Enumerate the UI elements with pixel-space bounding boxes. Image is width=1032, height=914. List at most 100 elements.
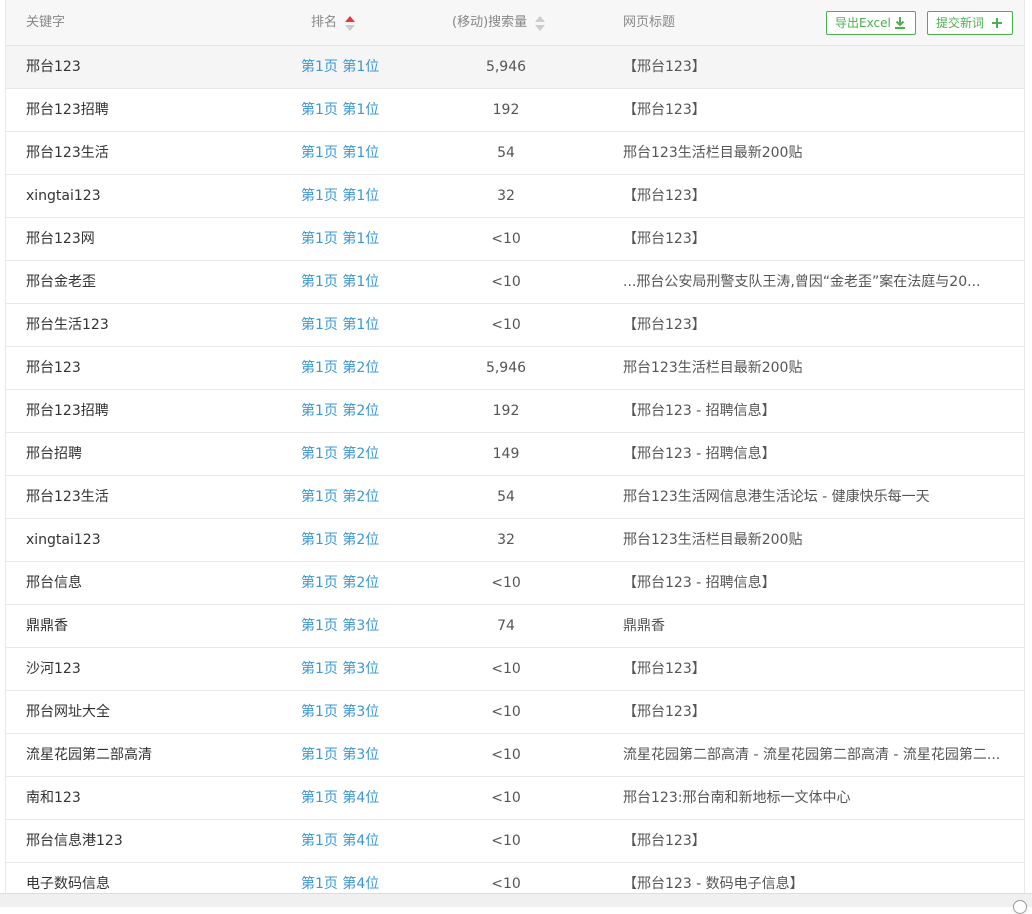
rank-link[interactable]: 第1页 第3位 bbox=[301, 617, 379, 635]
keyword-cell: 邢台金老歪 bbox=[26, 274, 96, 290]
table-row[interactable]: 邢台金老歪 第1页 第1位 <10 ...邢台公安局刑警支队王涛,曾因“金老歪”案在法… bbox=[6, 261, 1024, 304]
table-row[interactable]: 邢台信息 第1页 第2位 <10 【邢台123 - 招聘信息】 bbox=[6, 562, 1024, 605]
search-volume-cell: 32 bbox=[497, 188, 515, 204]
keyword-cell: 鼎鼎香 bbox=[26, 618, 68, 634]
rank-link[interactable]: 第1页 第1位 bbox=[301, 101, 379, 119]
table-row[interactable]: 邢台信息港123 第1页 第4位 <10 【邢台123】 bbox=[6, 820, 1024, 863]
search-volume-cell: <10 bbox=[491, 317, 521, 333]
keyword-cell: 邢台123生活 bbox=[26, 489, 109, 505]
header-volume[interactable]: (移动)搜索量 bbox=[452, 14, 546, 32]
page-title-cell: 邢台123生活栏目最新200贴 bbox=[623, 145, 803, 161]
table-row[interactable]: 邢台生活123 第1页 第1位 <10 【邢台123】 bbox=[6, 304, 1024, 347]
rank-link[interactable]: 第1页 第2位 bbox=[301, 531, 379, 549]
page-title-cell: 【邢台123】 bbox=[623, 317, 706, 333]
search-volume-cell: <10 bbox=[491, 790, 521, 806]
page-title-cell: 【邢台123】 bbox=[623, 661, 706, 677]
rank-link[interactable]: 第1页 第1位 bbox=[301, 316, 379, 334]
header-rank-label: 排名 bbox=[311, 15, 338, 30]
rank-link[interactable]: 第1页 第3位 bbox=[301, 660, 379, 678]
page-title-cell: 鼎鼎香 bbox=[623, 618, 665, 634]
rank-link[interactable]: 第1页 第2位 bbox=[301, 574, 379, 592]
rank-link[interactable]: 第1页 第1位 bbox=[301, 187, 379, 205]
rank-link[interactable]: 第1页 第2位 bbox=[301, 488, 379, 506]
table-row[interactable]: 邢台网址大全 第1页 第3位 <10 【邢台123】 bbox=[6, 691, 1024, 734]
search-volume-cell: <10 bbox=[491, 704, 521, 720]
table-row[interactable]: xingtai123 第1页 第2位 32 邢台123生活栏目最新200贴 bbox=[6, 519, 1024, 562]
volume-sort-icon[interactable] bbox=[535, 14, 546, 32]
submit-new-word-label: 提交新词 bbox=[936, 16, 985, 30]
table-row[interactable]: 邢台招聘 第1页 第2位 149 【邢台123 - 招聘信息】 bbox=[6, 433, 1024, 476]
page-title-cell: 【邢台123 - 招聘信息】 bbox=[623, 446, 776, 462]
search-volume-cell: 74 bbox=[497, 618, 515, 634]
table-row[interactable]: 邢台123 第1页 第1位 5,946 【邢台123】 bbox=[6, 46, 1024, 89]
keyword-cell: 邢台123生活 bbox=[26, 145, 109, 161]
table-row[interactable]: 邢台123网 第1页 第1位 <10 【邢台123】 bbox=[6, 218, 1024, 261]
page-title-cell: 邢台123生活栏目最新200贴 bbox=[623, 532, 803, 548]
table-row[interactable]: 邢台123 第1页 第2位 5,946 邢台123生活栏目最新200贴 bbox=[6, 347, 1024, 390]
keyword-cell: 邢台123招聘 bbox=[26, 102, 109, 118]
search-volume-cell: <10 bbox=[491, 876, 521, 892]
search-volume-cell: <10 bbox=[491, 231, 521, 247]
page-title-cell: ...邢台公安局刑警支队王涛,曾因“金老歪”案在法庭与20... bbox=[623, 274, 981, 290]
rank-link[interactable]: 第1页 第2位 bbox=[301, 402, 379, 420]
search-volume-cell: 5,946 bbox=[485, 360, 527, 376]
table-row[interactable]: 邢台123生活 第1页 第2位 54 邢台123生活网信息港生活论坛 - 健康快乐每一… bbox=[6, 476, 1024, 519]
keyword-cell: 邢台123招聘 bbox=[26, 403, 109, 419]
search-volume-cell: 54 bbox=[497, 489, 515, 505]
keyword-cell: 邢台招聘 bbox=[26, 446, 82, 462]
keyword-cell: 南和123 bbox=[26, 790, 81, 806]
rank-link[interactable]: 第1页 第3位 bbox=[301, 746, 379, 764]
table-row[interactable]: xingtai123 第1页 第1位 32 【邢台123】 bbox=[6, 175, 1024, 218]
page-title-cell: 流星花园第二部高清 - 流星花园第二部高清 - 流星花园第二... bbox=[623, 747, 1001, 763]
table-row[interactable]: 南和123 第1页 第4位 <10 邢台123:邢台南和新地标一文体中心 bbox=[6, 777, 1024, 820]
search-volume-cell: <10 bbox=[491, 575, 521, 591]
search-volume-cell: 149 bbox=[492, 446, 520, 462]
search-volume-cell: <10 bbox=[491, 274, 521, 290]
search-volume-cell: 5,946 bbox=[485, 59, 527, 75]
page-title-cell: 【邢台123】 bbox=[623, 833, 706, 849]
rank-sort-icon[interactable] bbox=[345, 14, 356, 32]
table-row[interactable]: 邢台123招聘 第1页 第2位 192 【邢台123 - 招聘信息】 bbox=[6, 390, 1024, 433]
page-title-cell: 邢台123:邢台南和新地标一文体中心 bbox=[623, 790, 851, 806]
horizontal-scrollbar[interactable] bbox=[0, 893, 1032, 907]
feedback-circle-icon[interactable] bbox=[1013, 900, 1027, 914]
keyword-cell: xingtai123 bbox=[26, 532, 101, 548]
rank-link[interactable]: 第1页 第1位 bbox=[301, 230, 379, 248]
keyword-cell: 邢台信息港123 bbox=[26, 833, 123, 849]
search-volume-cell: <10 bbox=[491, 661, 521, 677]
export-excel-label: 导出Excel bbox=[835, 16, 891, 30]
keyword-cell: 电子数码信息 bbox=[26, 876, 110, 892]
rank-link[interactable]: 第1页 第2位 bbox=[301, 359, 379, 377]
keyword-cell: 邢台123网 bbox=[26, 231, 95, 247]
rank-link[interactable]: 第1页 第4位 bbox=[301, 875, 379, 893]
keyword-cell: 邢台123 bbox=[26, 59, 81, 75]
page-title-cell: 邢台123生活网信息港生活论坛 - 健康快乐每一天 bbox=[623, 489, 930, 505]
rank-link[interactable]: 第1页 第2位 bbox=[301, 445, 379, 463]
rank-link[interactable]: 第1页 第1位 bbox=[301, 144, 379, 162]
table-row[interactable]: 流星花园第二部高清 第1页 第3位 <10 流星花园第二部高清 - 流星花园第二部高清… bbox=[6, 734, 1024, 777]
export-excel-button[interactable]: 导出Excel bbox=[826, 11, 916, 35]
search-volume-cell: 192 bbox=[492, 403, 520, 419]
keyword-cell: 邢台123 bbox=[26, 360, 81, 376]
table-row[interactable]: 沙河123 第1页 第3位 <10 【邢台123】 bbox=[6, 648, 1024, 691]
header-rank[interactable]: 排名 bbox=[311, 14, 356, 32]
rank-link[interactable]: 第1页 第1位 bbox=[301, 273, 379, 291]
page-title-cell: 【邢台123 - 数码电子信息】 bbox=[623, 876, 804, 892]
page-title-cell: 【邢台123 - 招聘信息】 bbox=[623, 575, 776, 591]
keyword-cell: xingtai123 bbox=[26, 188, 101, 204]
rank-link[interactable]: 第1页 第1位 bbox=[301, 58, 379, 76]
rank-link[interactable]: 第1页 第4位 bbox=[301, 789, 379, 807]
rank-link[interactable]: 第1页 第3位 bbox=[301, 703, 379, 721]
submit-new-word-button[interactable]: 提交新词 bbox=[927, 11, 1013, 35]
rank-link[interactable]: 第1页 第4位 bbox=[301, 832, 379, 850]
page-title-cell: 【邢台123】 bbox=[623, 102, 706, 118]
table-row[interactable]: 邢台123招聘 第1页 第1位 192 【邢台123】 bbox=[6, 89, 1024, 132]
table-row[interactable]: 鼎鼎香 第1页 第3位 74 鼎鼎香 bbox=[6, 605, 1024, 648]
plus-icon bbox=[992, 18, 1002, 28]
header-keyword: 关键字 bbox=[26, 15, 66, 30]
keyword-cell: 流星花园第二部高清 bbox=[26, 747, 152, 763]
download-icon bbox=[895, 17, 905, 29]
page-title-cell: 【邢台123】 bbox=[623, 188, 706, 204]
table-row[interactable]: 邢台123生活 第1页 第1位 54 邢台123生活栏目最新200贴 bbox=[6, 132, 1024, 175]
page-title-cell: 【邢台123 - 招聘信息】 bbox=[623, 403, 776, 419]
